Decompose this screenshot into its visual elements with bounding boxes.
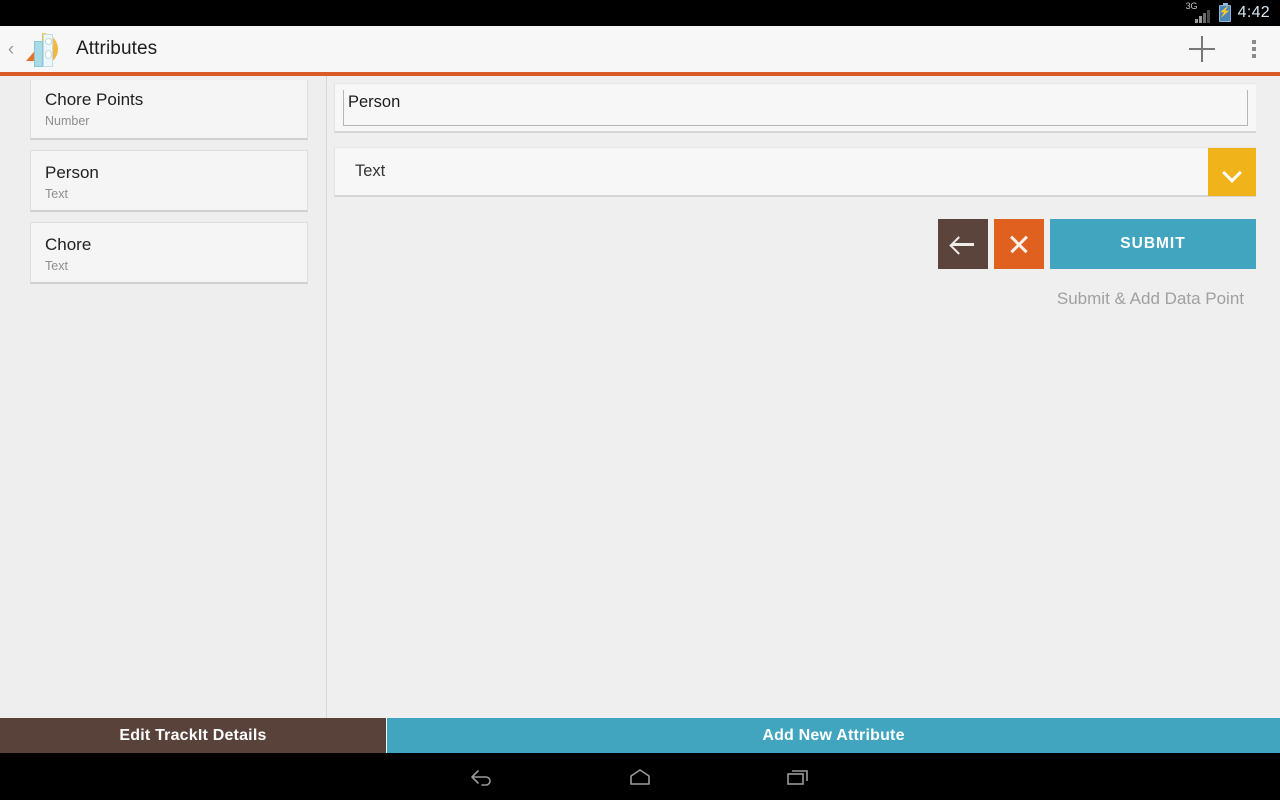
attribute-name: Person (45, 163, 99, 182)
android-back-icon (471, 769, 491, 786)
form-button-row: SUBMIT (334, 219, 1256, 269)
page-title: Attributes (76, 38, 158, 59)
list-item[interactable]: Chore Text (30, 222, 308, 284)
logo-body-dot (45, 50, 52, 59)
attribute-name-row: Person (334, 83, 1256, 133)
edit-trackit-details-button[interactable]: Edit TrackIt Details (0, 718, 387, 753)
search-input-frame: Person (343, 89, 1248, 126)
back-chevron-icon[interactable]: ‹ (0, 26, 22, 72)
status-bar-right: 3G ⚡ 4:42 (1185, 1, 1270, 23)
app-logo-icon[interactable] (22, 29, 62, 69)
attribute-type: Text (45, 259, 68, 273)
battery-bolt-glyph: ⚡ (1218, 7, 1231, 18)
logo-bar-left (34, 41, 43, 67)
submit-add-data-point-link[interactable]: Submit & Add Data Point (334, 289, 1256, 309)
screen-root: 3G ⚡ 4:42 ‹ Attributes Chore Points Numb… (0, 0, 1280, 800)
status-bar: 3G ⚡ 4:42 (0, 0, 1280, 26)
signal-bars-icon: 3G (1185, 1, 1212, 23)
chevron-down-icon (1224, 164, 1240, 180)
overflow-menu-button[interactable] (1228, 26, 1280, 72)
submit-button[interactable]: SUBMIT (1050, 219, 1256, 269)
android-recents-icon (787, 769, 808, 785)
cancel-button[interactable] (994, 219, 1044, 269)
attribute-name-input[interactable]: Person (348, 91, 400, 113)
content-area: Chore Points Number Person Text Chore Te… (0, 76, 1280, 718)
field-gap (334, 133, 1256, 147)
add-new-attribute-button[interactable]: Add New Attribute (387, 718, 1280, 753)
signal-bars-glyph (1194, 10, 1210, 23)
network-type-label: 3G (1185, 1, 1198, 11)
attribute-type-row[interactable]: Text (334, 147, 1256, 197)
status-clock: 4:42 (1237, 4, 1270, 21)
arrow-left-icon (952, 235, 974, 253)
type-dropdown-button[interactable] (1208, 147, 1256, 196)
bottom-action-bar: Edit TrackIt Details Add New Attribute (0, 718, 1280, 753)
android-nav-bar (0, 753, 1280, 800)
attribute-name: Chore (45, 235, 92, 254)
android-back-button[interactable] (458, 757, 506, 797)
list-item[interactable]: Person Text (30, 150, 308, 212)
overflow-menu-icon (1252, 40, 1256, 58)
attribute-edit-form: Person Text SUBMIT Submit & Add Data Poi… (328, 76, 1280, 718)
android-home-icon (630, 768, 650, 785)
attribute-list: Chore Points Number Person Text Chore Te… (0, 76, 327, 718)
close-x-icon (1008, 233, 1030, 255)
android-home-button[interactable] (616, 757, 664, 797)
attribute-type-value: Text (355, 162, 386, 180)
attribute-type: Text (45, 187, 68, 201)
add-attribute-button[interactable] (1176, 26, 1228, 72)
plus-icon (1189, 36, 1215, 62)
back-button[interactable] (938, 219, 988, 269)
logo-head-dot (45, 38, 52, 45)
action-bar: ‹ Attributes (0, 26, 1280, 72)
attribute-type: Number (45, 114, 90, 128)
list-item[interactable]: Chore Points Number (30, 80, 308, 140)
attribute-name-field-wrap[interactable]: Person (335, 84, 1256, 131)
android-recents-button[interactable] (774, 757, 822, 797)
battery-charging-icon: ⚡ (1218, 2, 1231, 22)
attribute-name: Chore Points (45, 90, 144, 109)
